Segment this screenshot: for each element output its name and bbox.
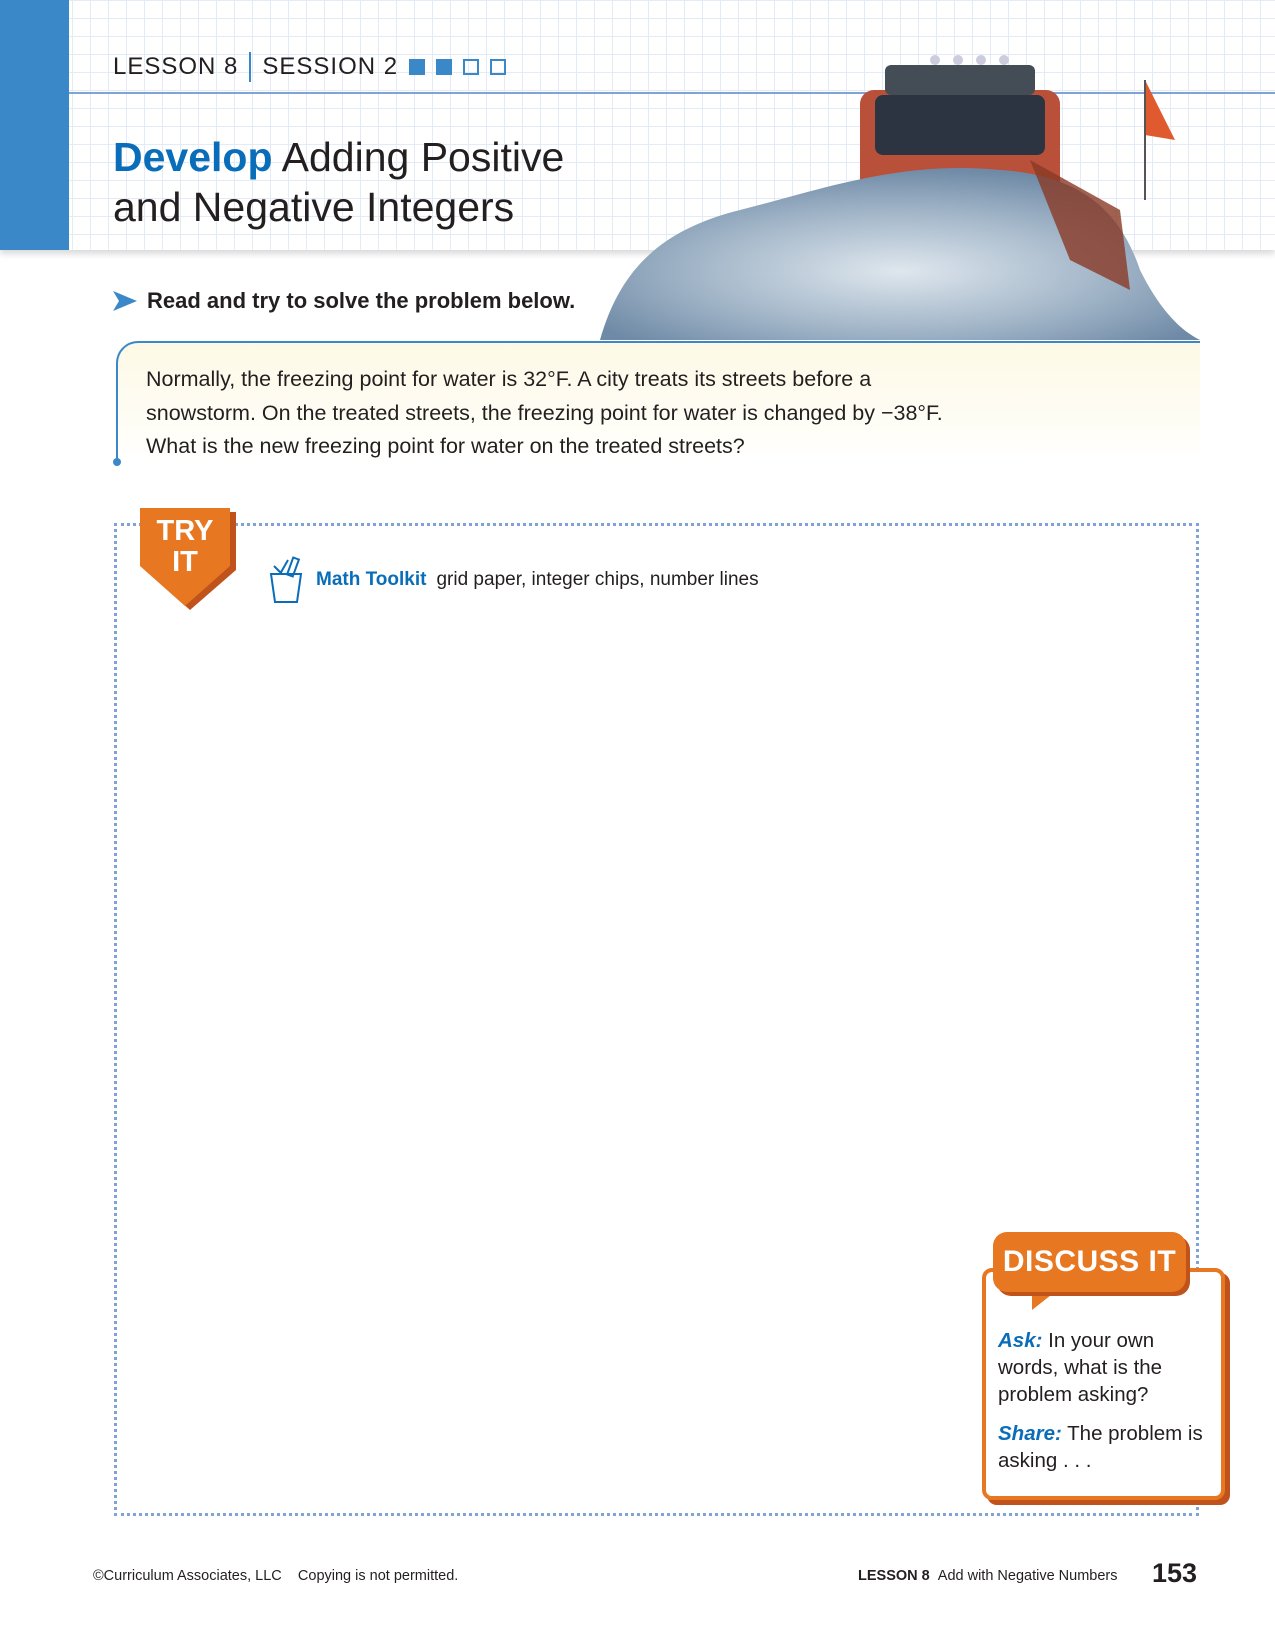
instruction: Read and try to solve the problem below. [113, 288, 575, 314]
instruction-text: Read and try to solve the problem below. [147, 288, 576, 313]
progress-square-filled [409, 59, 426, 75]
page-title: Develop Adding Positive and Negative Inte… [113, 132, 564, 232]
badge-line1: TRY [157, 515, 214, 547]
progress-square-filled [436, 59, 453, 75]
discuss-it-box: Ask: In your own words, what is the prob… [982, 1268, 1225, 1500]
divider [249, 52, 252, 82]
try-it-badge: TRY IT [140, 508, 236, 610]
footer-left: ©Curriculum Associates, LLC Copying is n… [93, 1568, 458, 1584]
problem-line: snowstorm. On the treated streets, the f… [146, 400, 943, 425]
copyright: ©Curriculum Associates, LLC [93, 1568, 282, 1584]
problem-line: Normally, the freezing point for water i… [146, 367, 872, 391]
badge-line2: IT [172, 546, 198, 578]
problem-line: What is the new freezing point for water… [146, 434, 745, 458]
toolkit-items: grid paper, integer chips, number lines [436, 569, 759, 590]
discuss-it-title: DISCUSS IT [993, 1232, 1186, 1292]
session-label: SESSION 2 [262, 53, 399, 80]
dot [113, 458, 121, 466]
page-number: 153 [1152, 1558, 1198, 1588]
share-label: Share: [998, 1422, 1062, 1445]
footer-lesson: LESSON 8 [858, 1568, 930, 1584]
ask-label: Ask: [998, 1329, 1043, 1352]
footer-right: LESSON 8 Add with Negative Numbers [858, 1568, 1118, 1584]
lesson-session-label: LESSON 8 SESSION 2 [113, 52, 507, 82]
copy-notice: Copying is not permitted. [297, 1568, 459, 1584]
title-line1: Adding Positive [281, 134, 565, 180]
snowplow-image [600, 55, 1200, 340]
toolkit-cup-icon [269, 556, 303, 603]
progress-square-empty [463, 59, 480, 75]
problem-box: Normally, the freezing point for water i… [113, 341, 1200, 466]
progress-square-empty [490, 59, 507, 75]
footer-lesson-title: Add with Negative Numbers [937, 1568, 1118, 1584]
title-bold: Develop [113, 134, 273, 180]
math-toolkit: Math Toolkit grid paper, integer chips, … [268, 556, 759, 604]
title-line2: and Negative Integers [113, 184, 515, 230]
side-bar [0, 0, 69, 250]
toolkit-label: Math Toolkit [316, 569, 427, 590]
arrow-icon [113, 291, 137, 311]
lesson-label: LESSON 8 [113, 53, 239, 80]
